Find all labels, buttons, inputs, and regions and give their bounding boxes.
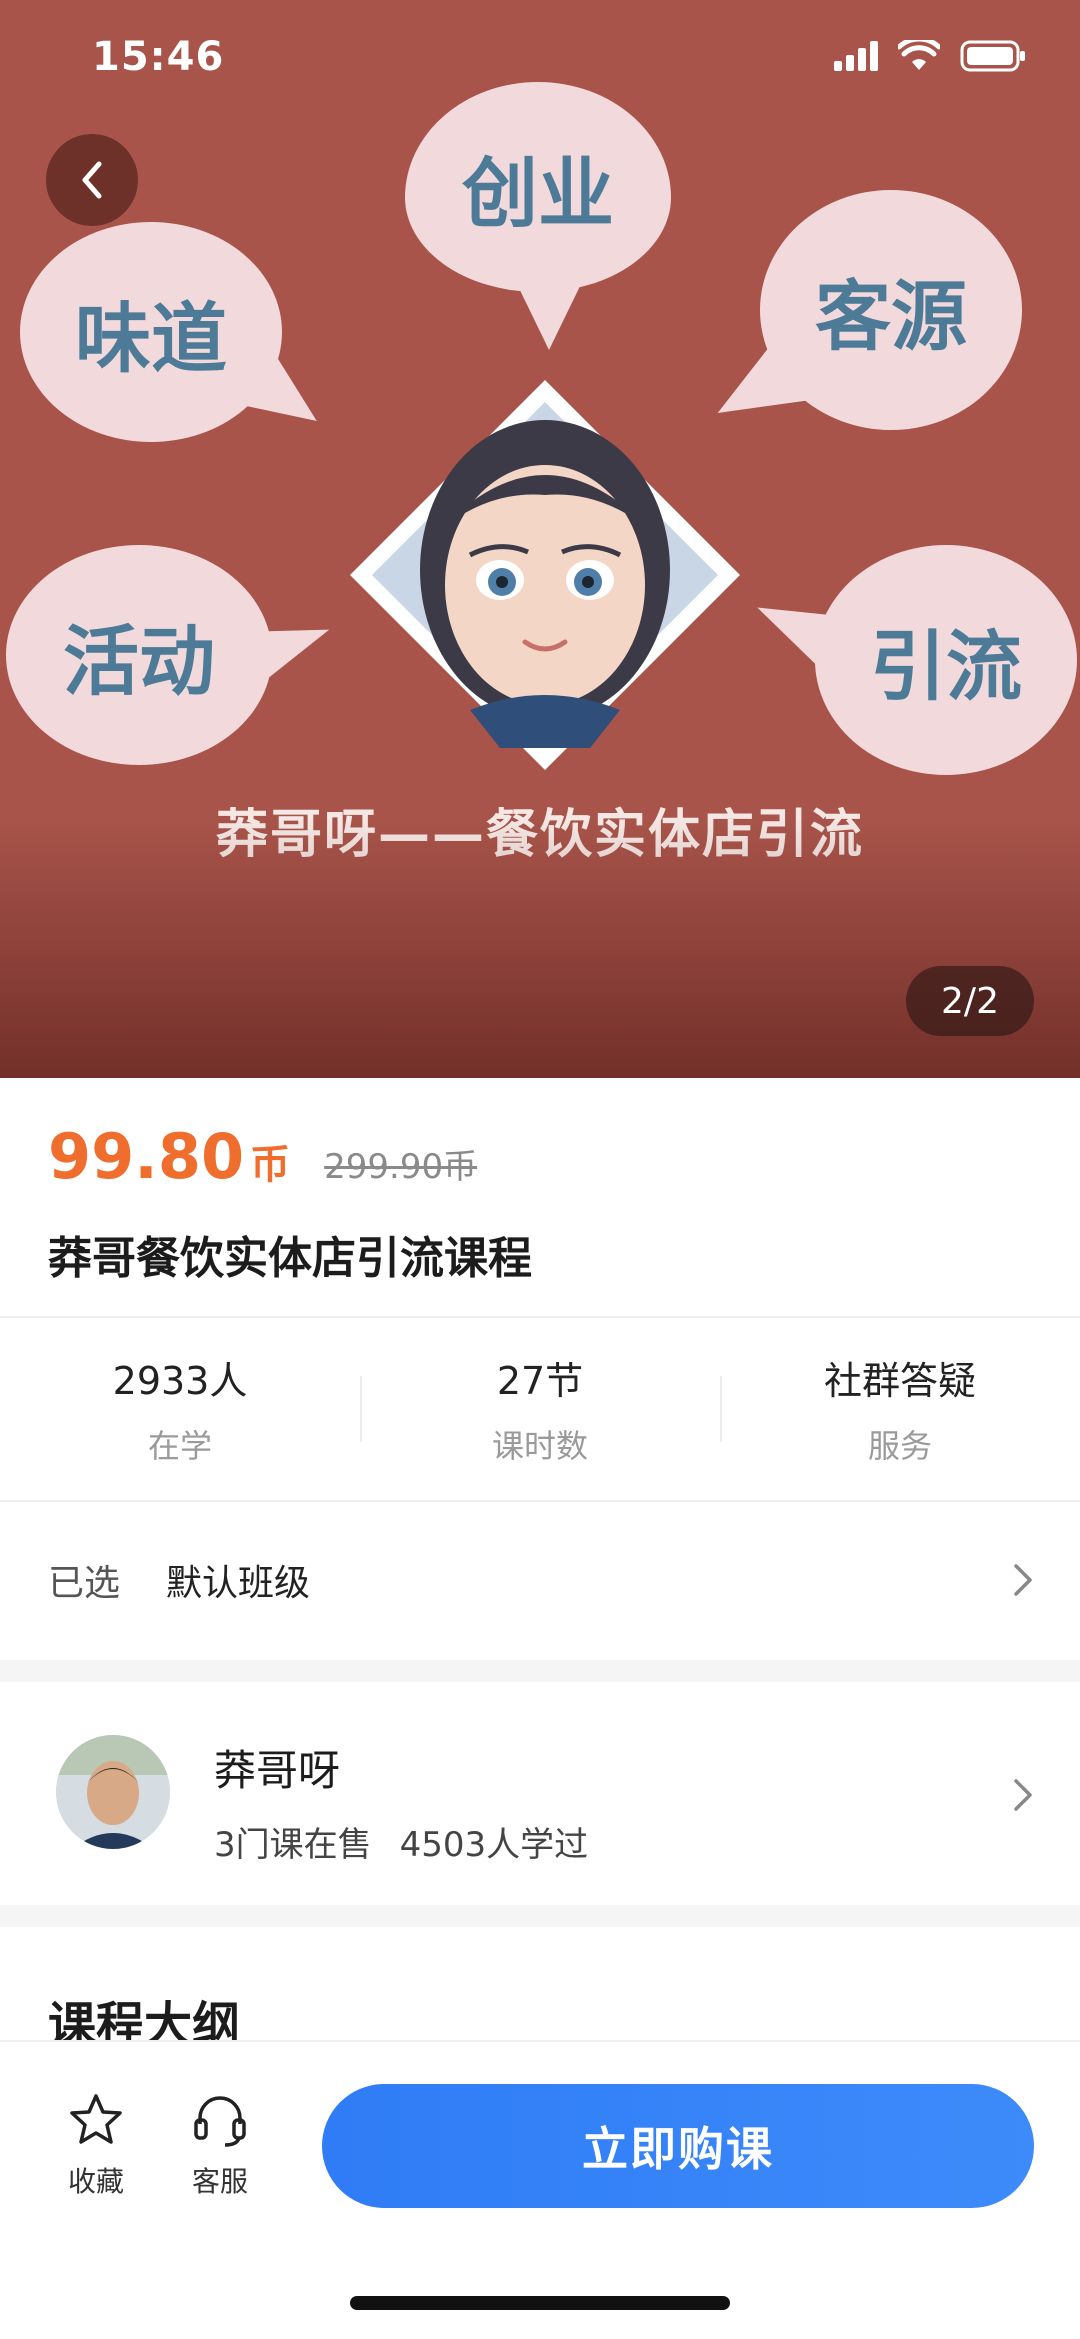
back-button[interactable]: [46, 134, 138, 226]
back-arrow-icon: [82, 161, 102, 199]
teacher-avatar[interactable]: [56, 1735, 170, 1849]
status-bar: 15:46: [0, 0, 1080, 120]
hero-banner[interactable]: 15:46 创业 味道 客源 活动 引流 2/2: [0, 0, 1080, 1078]
hero-bubble: 味道: [20, 222, 282, 442]
course-stats: 2933人 在学 27节 课时数 社群答疑 服务: [0, 1318, 1080, 1498]
buy-course-button[interactable]: 立即购课: [322, 2084, 1034, 2208]
selected-label: 已选: [48, 1563, 121, 1604]
price-unit: 币: [250, 1142, 291, 1188]
stat-label: 在学: [147, 1426, 212, 1465]
chevron-right-icon: [1014, 1564, 1032, 1596]
hero-bubble: 活动: [6, 545, 272, 765]
stat-value: 27节: [496, 1358, 584, 1403]
teacher-course-count: 3门课在售: [214, 1825, 372, 1865]
teacher-name: 莽哥呀: [214, 1746, 341, 1795]
stat-value: 2933人: [112, 1358, 248, 1403]
favorite-button[interactable]: 收藏: [46, 2092, 146, 2200]
hero-shade: [0, 818, 1080, 1078]
stat-service: 社群答疑 服务: [720, 1318, 1080, 1498]
current-price: 99.80: [48, 1120, 245, 1193]
teacher-learner-count: 4503人学过: [399, 1825, 589, 1865]
customer-service-button[interactable]: 客服: [170, 2092, 270, 2200]
hero-bubble: 客源: [760, 190, 1022, 430]
stat-value: 社群答疑: [823, 1358, 976, 1403]
signal-icon: [834, 41, 878, 71]
headset-icon: [194, 2096, 246, 2147]
home-indicator[interactable]: [350, 2296, 730, 2310]
teacher-meta: 3门课在售 4503人学过: [214, 1817, 588, 1866]
teacher-card[interactable]: 莽哥呀 3门课在售 4503人学过: [0, 1685, 1080, 1905]
hero-bubble: 引流: [815, 545, 1077, 775]
class-selector[interactable]: 已选 默认班级: [0, 1500, 1080, 1660]
stat-label: 服务: [867, 1426, 932, 1465]
status-icons: [834, 40, 1026, 72]
stat-label: 课时数: [491, 1426, 588, 1465]
wifi-icon: [898, 40, 940, 70]
original-price: 299.90币: [324, 1147, 478, 1187]
favorite-label: 收藏: [67, 2165, 124, 2198]
section-gap: [0, 1905, 1080, 1927]
battery-icon: [960, 40, 1025, 72]
star-icon: [70, 2094, 122, 2144]
status-time: 15:46: [92, 34, 225, 80]
section-gap: [0, 1660, 1080, 1682]
chevron-right-icon: [1014, 1779, 1032, 1811]
price-row: 99.80 币 299.90币: [48, 1120, 477, 1193]
course-title: 莽哥餐饮实体店引流课程: [48, 1233, 532, 1284]
stat-lessons: 27节 课时数: [360, 1318, 720, 1498]
selected-class: 默认班级: [166, 1563, 311, 1604]
page-indicator: 2/2: [906, 966, 1034, 1036]
cartoon-portrait-image: [350, 380, 740, 770]
stat-students: 2933人 在学: [0, 1318, 360, 1498]
service-label: 客服: [191, 2165, 248, 2198]
bottom-action-bar: 收藏 客服 立即购课: [0, 2040, 1080, 2339]
avatar-image: [56, 1735, 170, 1849]
